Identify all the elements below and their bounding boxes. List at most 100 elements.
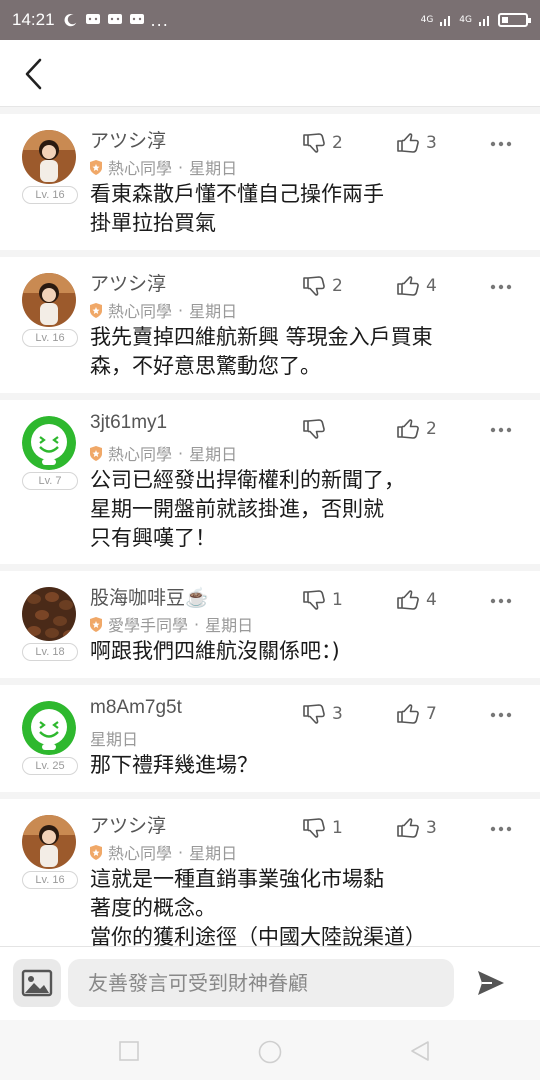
thumbs-down-icon xyxy=(303,276,325,296)
user-meta: 熱心同學 · 星期日 xyxy=(90,298,237,322)
thumbs-down-icon xyxy=(303,419,325,439)
dislike-count: 1 xyxy=(332,818,343,838)
dislike-count: 2 xyxy=(332,133,343,153)
separator-dot: · xyxy=(178,443,184,463)
dislike-count: 2 xyxy=(332,276,343,296)
user-avatar[interactable] xyxy=(22,815,76,869)
chevron-left-icon[interactable] xyxy=(14,54,54,94)
image-icon xyxy=(21,969,53,997)
message-icon xyxy=(107,14,122,24)
network-4g-label: 4G xyxy=(459,15,472,25)
user-meta: 熱心同學 · 星期日 xyxy=(90,441,237,465)
like-button[interactable]: 7 xyxy=(396,703,437,725)
recent-apps-icon[interactable] xyxy=(119,1041,139,1061)
post-date: 星期日 xyxy=(189,445,238,464)
dislike-button[interactable]: 2 xyxy=(302,132,343,154)
more-options-icon[interactable] xyxy=(490,711,512,719)
user-avatar[interactable] xyxy=(22,273,76,327)
user-meta: 星期日 xyxy=(90,726,138,750)
shield-badge-icon xyxy=(90,616,102,632)
like-button[interactable]: 3 xyxy=(396,817,437,839)
user-title: 愛學手同學 xyxy=(108,616,189,635)
like-count: 4 xyxy=(426,276,437,296)
post-date: 星期日 xyxy=(189,159,238,178)
user-avatar[interactable] xyxy=(22,416,76,470)
dislike-button[interactable]: 3 xyxy=(302,703,343,725)
thumbs-up-icon xyxy=(397,276,419,296)
send-icon[interactable] xyxy=(476,969,506,997)
comment-list[interactable]: Lv. 16 アツシ淳 熱心同學 · 星期日 看東森散戶懂不懂自己操作兩手 掛單… xyxy=(0,114,540,946)
like-button[interactable]: 4 xyxy=(396,275,437,297)
status-bar: 14:21 ... 4G 4G xyxy=(0,0,540,40)
like-button[interactable]: 4 xyxy=(396,589,437,611)
dislike-button[interactable]: 1 xyxy=(302,589,343,611)
user-avatar[interactable] xyxy=(22,701,76,755)
username[interactable]: アツシ淳 xyxy=(90,811,166,838)
dislike-button[interactable]: 2 xyxy=(302,275,343,297)
thumbs-up-icon xyxy=(397,818,419,838)
dislike-button[interactable]: 1 xyxy=(302,817,343,839)
comment-item: Lv. 16 アツシ淳 熱心同學 · 星期日 看東森散戶懂不懂自己操作兩手 掛單… xyxy=(0,114,540,257)
dislike-button[interactable] xyxy=(302,418,332,440)
comment-item: Lv. 7 3jt61my1 熱心同學 · 星期日 公司已經發出捍衛權利的新聞了… xyxy=(0,400,540,571)
more-options-icon[interactable] xyxy=(490,283,512,291)
post-date: 星期日 xyxy=(90,730,139,749)
like-button[interactable]: 3 xyxy=(396,132,437,154)
more-options-icon[interactable] xyxy=(490,597,512,605)
signal-icon xyxy=(479,16,489,26)
username[interactable]: m8Am7g5t xyxy=(90,697,182,719)
more-options-icon[interactable] xyxy=(490,426,512,434)
dislike-count: 1 xyxy=(332,590,343,610)
thumbs-down-icon xyxy=(303,133,325,153)
comment-item: Lv. 16 アツシ淳 熱心同學 · 星期日 我先賣掉四維航新興 等現金入戶買東… xyxy=(0,257,540,400)
shield-badge-icon xyxy=(90,445,102,461)
username[interactable]: 股海咖啡豆☕ xyxy=(90,583,209,610)
username[interactable]: 3jt61my1 xyxy=(90,412,167,434)
moon-icon xyxy=(64,13,76,27)
comment-item: Lv. 18 股海咖啡豆☕ 愛學手同學 · 星期日 啊跟我們四維航沒關係吧：) … xyxy=(0,571,540,685)
more-options-icon[interactable] xyxy=(490,140,512,148)
username[interactable]: アツシ淳 xyxy=(90,126,166,153)
like-count: 2 xyxy=(426,419,437,439)
more-options-icon[interactable] xyxy=(490,825,512,833)
user-meta: 熱心同學 · 星期日 xyxy=(90,155,237,179)
system-nav-bar xyxy=(0,1020,540,1080)
dislike-count: 3 xyxy=(332,704,343,724)
comment-text: 我先賣掉四維航新興 等現金入戶買東 森，不好意思驚動您了。 xyxy=(90,325,433,378)
header xyxy=(0,40,540,107)
signal-icon xyxy=(440,16,451,26)
separator-dot: · xyxy=(178,157,184,177)
divider xyxy=(0,107,540,114)
thumbs-down-icon xyxy=(303,590,325,610)
user-avatar[interactable] xyxy=(22,587,76,641)
comment-text: 看東森散戶懂不懂自己操作兩手 掛單拉抬買氣 xyxy=(90,182,384,235)
status-time: 14:21 xyxy=(12,10,55,29)
username[interactable]: アツシ淳 xyxy=(90,269,166,296)
level-badge: Lv. 16 xyxy=(22,329,78,347)
like-button[interactable]: 2 xyxy=(396,418,437,440)
back-triangle-icon[interactable] xyxy=(409,1040,431,1062)
level-badge: Lv. 16 xyxy=(22,186,78,204)
level-badge: Lv. 16 xyxy=(22,871,78,889)
separator-dot: · xyxy=(178,842,184,862)
like-count: 3 xyxy=(426,133,437,153)
thumbs-up-icon xyxy=(397,704,419,724)
like-count: 3 xyxy=(426,818,437,838)
thumbs-down-icon xyxy=(303,818,325,838)
shield-badge-icon xyxy=(90,302,102,318)
add-image-button[interactable] xyxy=(13,959,61,1007)
user-avatar[interactable] xyxy=(22,130,76,184)
post-date: 星期日 xyxy=(189,844,238,863)
comment-composer: 友善發言可受到財神眷顧 xyxy=(0,946,540,1020)
level-badge: Lv. 18 xyxy=(22,643,78,661)
thumbs-up-icon xyxy=(397,133,419,153)
comment-text: 啊跟我們四維航沒關係吧：) xyxy=(90,639,340,663)
message-icon xyxy=(129,14,144,24)
shield-badge-icon xyxy=(90,159,102,175)
home-icon[interactable] xyxy=(258,1040,282,1064)
level-badge: Lv. 7 xyxy=(22,472,78,490)
comment-input[interactable]: 友善發言可受到財神眷顧 xyxy=(68,959,454,1007)
comment-item: Lv. 16 アツシ淳 熱心同學 · 星期日 這就是一種直銷事業強化市場黏 著度… xyxy=(0,799,540,946)
user-title: 熱心同學 xyxy=(108,445,173,464)
like-count: 4 xyxy=(426,590,437,610)
